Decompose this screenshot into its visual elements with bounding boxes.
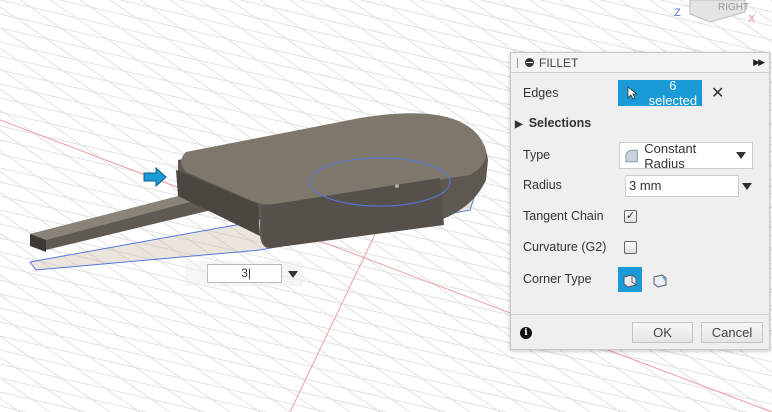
curvature-label: Curvature (G2) xyxy=(523,240,607,254)
x-axis-label: X xyxy=(748,13,756,25)
expand-icon[interactable]: ▶▶ xyxy=(753,57,765,68)
type-select[interactable]: Constant Radius xyxy=(619,141,753,171)
type-dropdown-icon xyxy=(736,152,746,159)
cancel-button[interactable]: Cancel xyxy=(701,322,763,343)
dialog-header[interactable]: FILLET ▶▶ xyxy=(511,53,769,73)
grid-line xyxy=(0,363,206,412)
grid-line xyxy=(0,349,267,412)
radius-label: Radius xyxy=(523,178,562,192)
fillet-dialog: FILLET ▶▶ Edges 6 selected ✕ ▶ Selections… xyxy=(510,52,770,350)
selections-toggle[interactable]: ▶ Selections xyxy=(515,116,591,130)
info-icon[interactable]: i xyxy=(520,327,532,339)
radius-value-input[interactable]: 3| xyxy=(207,264,282,283)
dialog-footer-divider xyxy=(511,314,769,315)
tangent-chain-label: Tangent Chain xyxy=(523,209,604,223)
grid-line xyxy=(0,279,567,412)
edges-label: Edges xyxy=(523,86,559,100)
edge-selection-arrow xyxy=(143,166,167,188)
corner-type-label: Corner Type xyxy=(523,272,592,286)
grid-line xyxy=(0,336,111,412)
expand-triangle-icon: ▶ xyxy=(515,119,523,130)
edges-select-button[interactable]: 6 selected xyxy=(618,78,702,108)
corner-type-setback-button[interactable] xyxy=(648,267,672,292)
constant-radius-icon xyxy=(625,149,638,162)
radius-dropdown-icon[interactable] xyxy=(742,183,752,190)
fillet-command-icon xyxy=(525,58,534,67)
viewcube-right-label: RIGHT xyxy=(718,2,749,13)
type-label: Type xyxy=(523,148,551,162)
grid-line xyxy=(0,377,51,412)
dialog-title: FILLET xyxy=(539,55,579,70)
grid-line xyxy=(0,293,507,412)
grid-line xyxy=(0,335,327,412)
value-dropdown-icon[interactable] xyxy=(288,271,298,278)
edges-count: 6 selected xyxy=(648,78,698,108)
grid-line xyxy=(0,356,81,412)
radius-input[interactable]: 3 mm xyxy=(625,175,739,197)
cursor-icon xyxy=(627,86,638,100)
corner-rolling-ball-icon xyxy=(623,273,637,288)
curvature-checkbox[interactable] xyxy=(624,241,637,254)
grid-line xyxy=(0,307,447,412)
z-axis-label: Z xyxy=(674,7,681,19)
corner-type-rolling-ball-button[interactable] xyxy=(618,267,642,292)
corner-setback-icon xyxy=(653,273,667,288)
tangent-chain-checkbox[interactable]: ✓ xyxy=(624,210,637,223)
clear-selection-icon[interactable]: ✕ xyxy=(711,83,724,103)
ok-button[interactable]: OK xyxy=(632,322,693,343)
grip-icon[interactable] xyxy=(517,57,519,68)
app-stage: RIGHT Z X 3| FILLET ▶▶ Edges 6 selected … xyxy=(0,0,772,412)
